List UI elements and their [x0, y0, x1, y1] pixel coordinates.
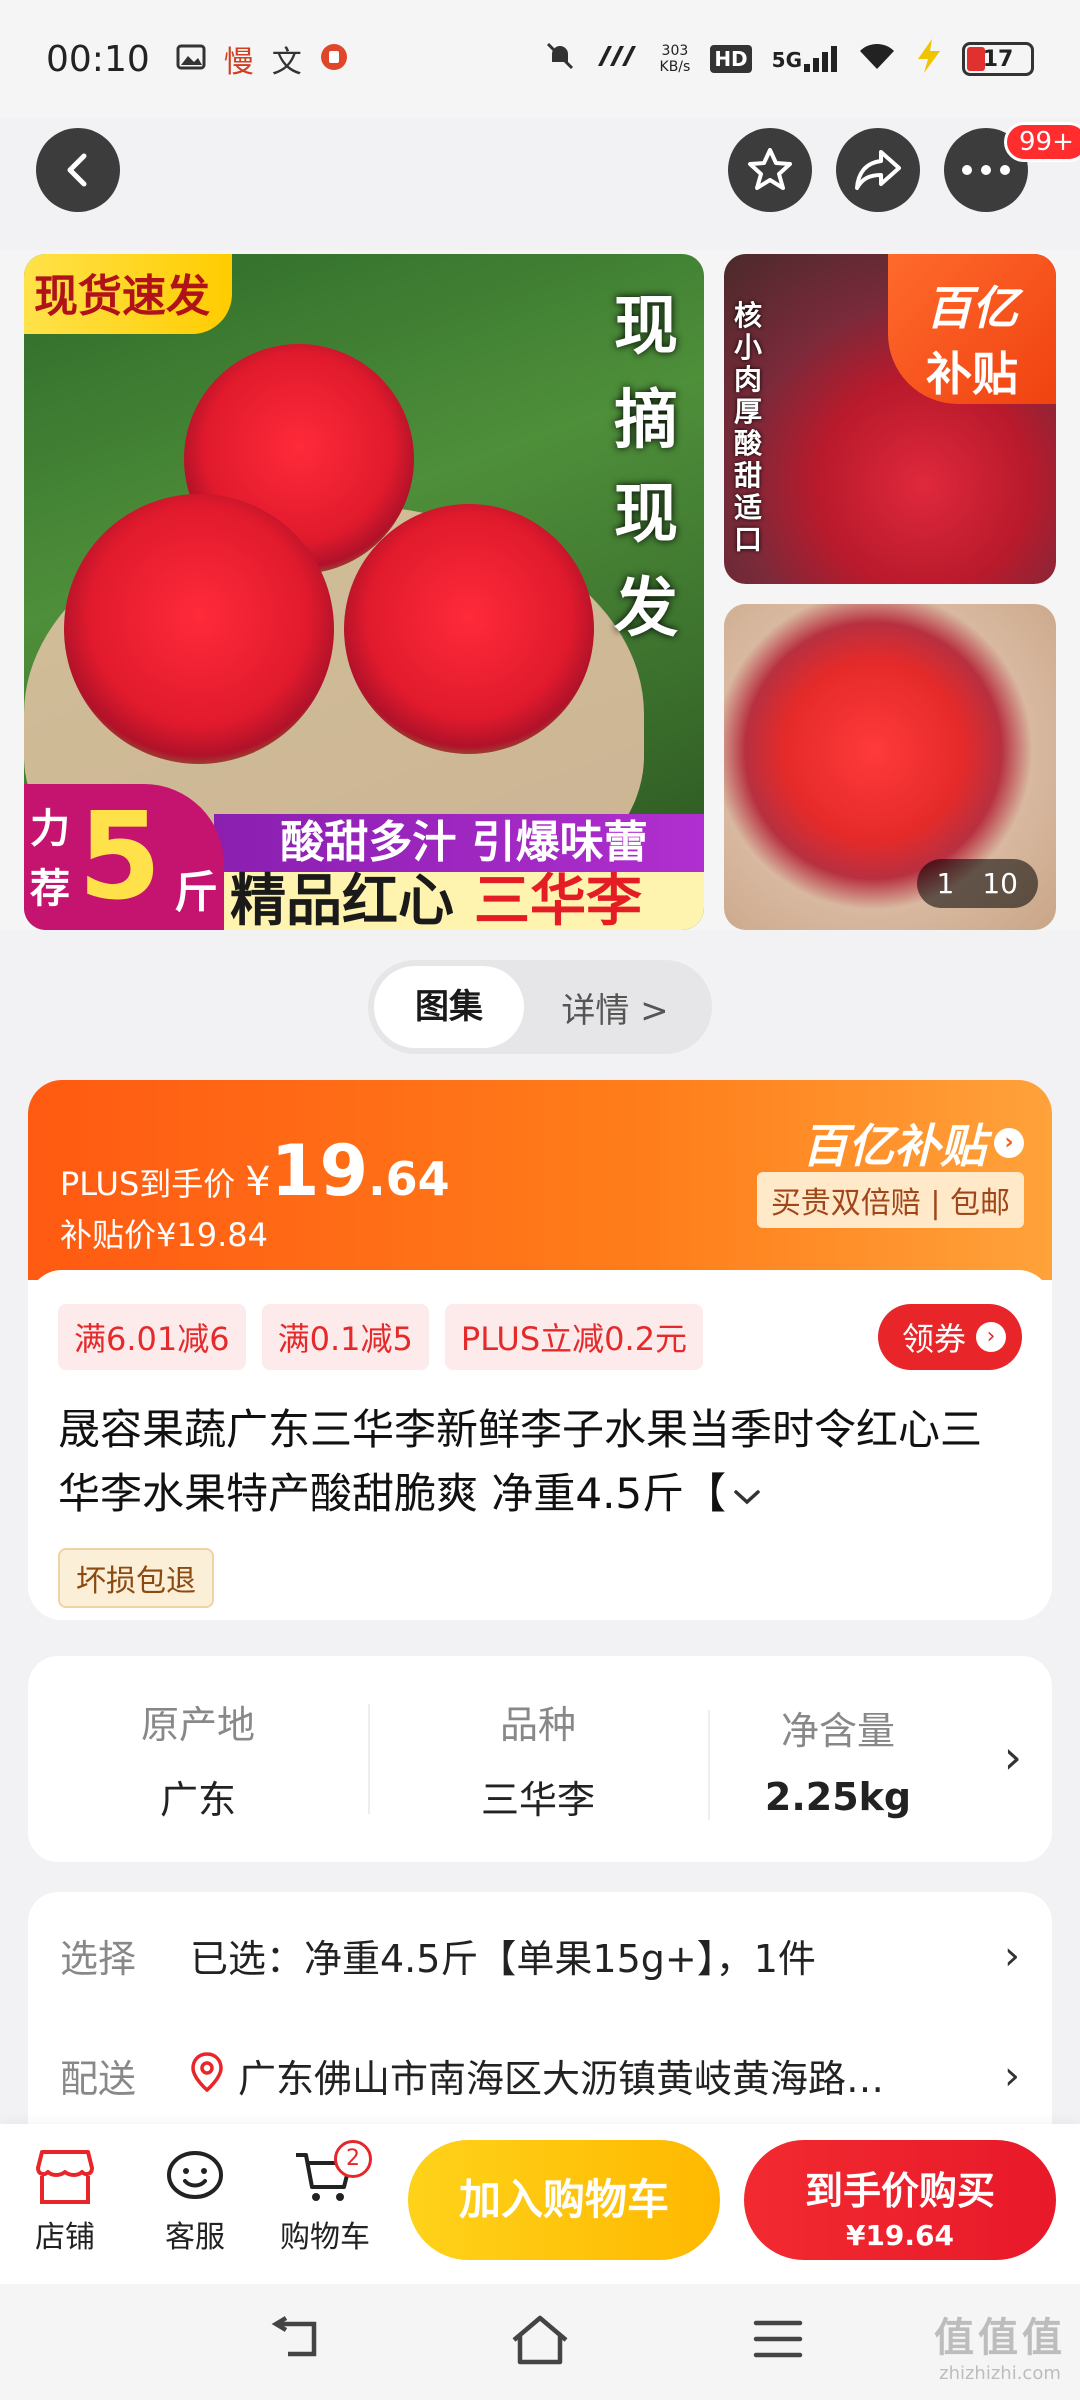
home-icon [512, 2315, 568, 2365]
chevron-down-icon[interactable] [730, 1469, 764, 1518]
chevron-right-icon: › [1004, 2052, 1020, 2099]
spot-stock-tag: 现货速发 [24, 254, 232, 334]
plum-cut-3 [344, 504, 594, 754]
coupon-list: 满6.01减6 满0.1减5 PLUS立减0.2元 [58, 1304, 704, 1370]
customer-service-button[interactable]: 客服 [140, 2142, 250, 2256]
product-title[interactable]: 晟容果蔬广东三华李新鲜李子水果当季时令红心三华李水果特产酸甜脆爽 净重4.5斤【 [58, 1398, 1018, 1526]
subsidy-logo-link[interactable]: 百亿补贴 › [802, 1110, 1024, 1176]
smile-chat-icon [140, 2142, 250, 2212]
image-notification-icon [176, 42, 206, 76]
price-banner: PLUS到手价 ¥ 19 .64 补贴价¥19.84 百亿补贴 › 买贵双倍赔 … [28, 1080, 1052, 1280]
signal-5g: 5G [772, 46, 838, 72]
small-core-text: 核小肉厚酸甜适口 [734, 299, 763, 556]
app-icon-red-circle [320, 43, 348, 75]
system-back-button[interactable] [268, 2314, 324, 2377]
coupon-tag[interactable]: 满6.01减6 [58, 1304, 246, 1370]
price-card: PLUS到手价 ¥ 19 .64 补贴价¥19.84 百亿补贴 › 买贵双倍赔 … [28, 1080, 1052, 1620]
get-coupon-button[interactable]: 领券 › [877, 1304, 1022, 1370]
side-image-bottom[interactable]: 1 10 [724, 604, 1056, 930]
chevron-right-icon[interactable]: › [1004, 1730, 1022, 1784]
subsidy-corner-badge: 百亿 补贴 [888, 254, 1056, 404]
signal-logo-icon [596, 44, 640, 75]
chevron-right-icon: › [994, 1128, 1024, 1158]
image-counter: 1 10 [916, 859, 1038, 908]
notification-icons: 慢 文 [176, 37, 348, 81]
purchase-options: 选择 已选：净重4.5斤【单果15g+】，1件 › 配送 广东佛山市南海区大沥镇… [28, 1892, 1052, 2140]
cart-count-badge: 2 [334, 2140, 372, 2178]
buy-now-button[interactable]: 到手价购买 ¥19.64 [744, 2140, 1056, 2260]
product-info: 满6.01减6 满0.1减5 PLUS立减0.2元 领券 › 晟容果蔬广东三华李… [28, 1270, 1052, 1620]
share-button[interactable] [836, 128, 920, 212]
subsidy-price: 补贴价¥19.84 [60, 1216, 268, 1254]
system-menu-button[interactable] [752, 2314, 804, 2374]
network-speed: 303 KB/s [659, 43, 691, 75]
app-icon-wen: 文 [271, 45, 302, 80]
fresh-picked-text: 现摘现发 [614, 290, 678, 646]
shopping-cart-icon: 2 [270, 2140, 380, 2212]
product-gallery[interactable]: 现货速发 现摘现发 酸甜多汁 引爆味蕾 精品红心 三华李 力 荐 5 斤 核小肉厚… [0, 250, 1080, 930]
recommend-5jin-badge: 力 荐 5 斤 [24, 784, 224, 930]
option-select-row[interactable]: 选择 已选：净重4.5斤【单果15g+】，1件 › [60, 1928, 1020, 1983]
tab-details[interactable]: 详情 > [524, 983, 706, 1032]
attr-origin: 原产地 广东 [140, 1703, 255, 1822]
plus-price: PLUS到手价 ¥ 19 .64 [60, 1130, 450, 1212]
coupon-tag[interactable]: 满0.1减5 [261, 1304, 429, 1370]
tab-gallery[interactable]: 图集 [374, 966, 524, 1048]
star-icon [748, 148, 792, 190]
coupon-tag[interactable]: PLUS立减0.2元 [444, 1304, 704, 1370]
product-attributes[interactable]: 原产地 广东 品种 三华李 净含量 2.25kg › [28, 1656, 1052, 1862]
chevron-right-icon: › [1004, 1932, 1020, 1979]
slogan-ribbon: 酸甜多汁 引爆味蕾 [214, 814, 704, 872]
menu-icon [753, 2320, 803, 2358]
return-policy-tag: 坏损包退 [58, 1548, 214, 1608]
battery-indicator: 17 [962, 42, 1034, 76]
system-navigation-bar: 值值值 zhizhizhi.com [0, 2284, 1080, 2400]
shop-button[interactable]: 店铺 [10, 2142, 120, 2256]
side-image-top[interactable]: 核小肉厚酸甜适口 百亿 补贴 [724, 254, 1056, 584]
add-to-cart-button[interactable]: 加入购物车 [408, 2140, 720, 2260]
clock: 00:10 [46, 38, 150, 80]
more-dots-icon [962, 165, 1010, 175]
chevron-left-icon [67, 153, 87, 187]
wifi-icon [858, 41, 896, 78]
attr-net-weight: 净含量 2.25kg [708, 1700, 968, 1820]
charging-icon [916, 38, 942, 80]
back-button[interactable] [36, 128, 120, 212]
attr-variety: 品种 三华李 [368, 1694, 708, 1824]
chevron-right-icon: › [976, 1322, 1006, 1352]
favorite-button[interactable] [728, 128, 812, 212]
main-product-image[interactable]: 现货速发 现摘现发 酸甜多汁 引爆味蕾 精品红心 三华李 力 荐 5 斤 [24, 254, 704, 930]
status-right: 303 KB/s HD 5G 17 [544, 38, 1034, 80]
hd-icon: HD [710, 45, 752, 73]
system-home-button[interactable] [508, 2314, 572, 2381]
back-arrow-icon [271, 2316, 317, 2357]
product-name-ribbon: 精品红心 三华李 [214, 872, 704, 930]
mute-icon [544, 40, 576, 79]
message-badge: 99+ [1004, 122, 1080, 162]
location-pin-icon [190, 2052, 230, 2101]
bottom-action-bar: 店铺 客服 2 购物车 加入购物车 到手价购买 ¥19.64 [0, 2124, 1080, 2284]
option-delivery-row[interactable]: 配送 广东佛山市南海区大沥镇黄岐黄海路… › [60, 2048, 1020, 2103]
plum-cut-2 [64, 494, 334, 764]
cart-button[interactable]: 2 购物车 [270, 2140, 380, 2256]
share-icon [855, 150, 901, 190]
watermark: 值值值 zhizhizhi.com [934, 2315, 1066, 2384]
status-bar: 00:10 慢 文 303 KB/s HD 5G 17 [0, 0, 1080, 118]
app-icon-man: 慢 [223, 45, 254, 80]
gallery-detail-toggle[interactable]: 图集 详情 > [368, 960, 712, 1054]
store-icon [10, 2142, 120, 2212]
guarantee-tag: 买贵双倍赔 | 包邮 [756, 1172, 1024, 1228]
